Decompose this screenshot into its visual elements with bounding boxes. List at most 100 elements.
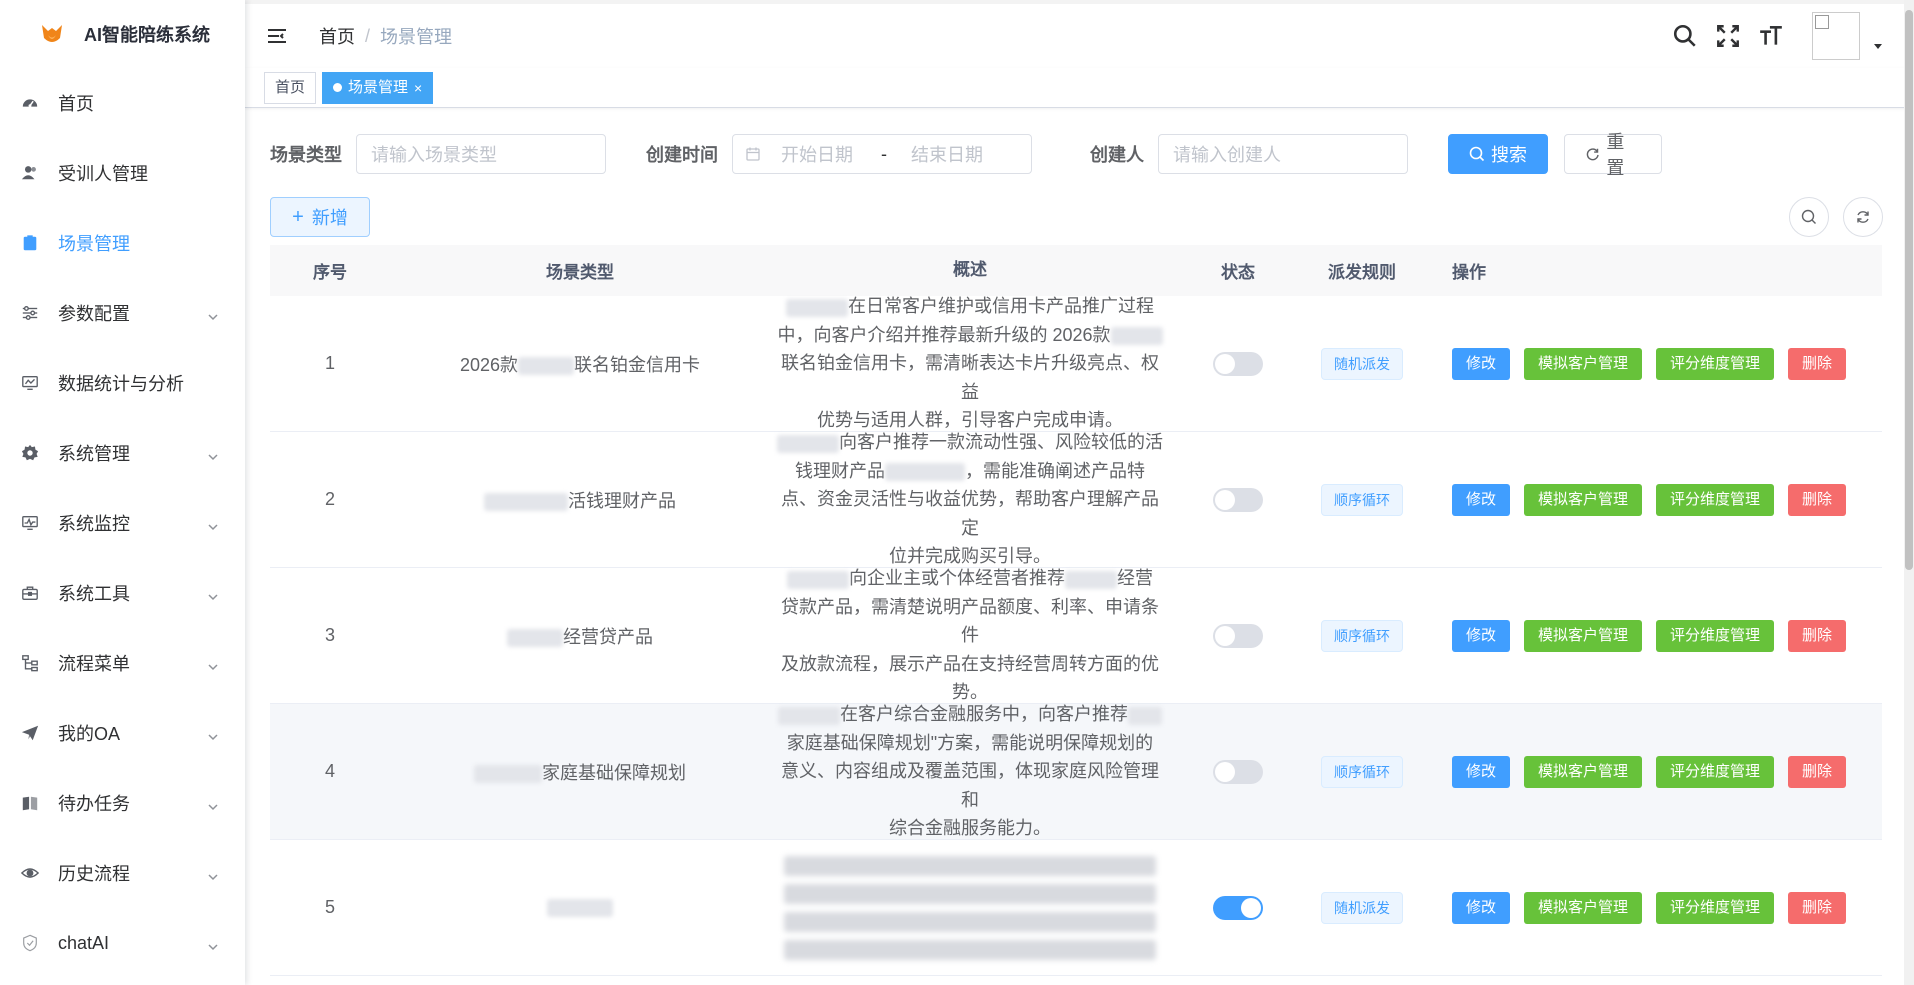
caret-down-icon[interactable] — [1872, 40, 1884, 52]
sidebar-item[interactable]: 参数配置 — [0, 278, 245, 348]
sidebar-item[interactable]: 首页 — [0, 68, 245, 138]
redacted-text — [885, 463, 965, 481]
redacted-text — [778, 706, 840, 725]
scene-type-suffix: 家庭基础保障规划 — [542, 762, 686, 783]
description-line: 点、资金灵活性与收益优势，帮助客户理解产品定 — [781, 489, 1159, 538]
scrollbar-thumb[interactable] — [1905, 10, 1913, 570]
scene-type-prefix: 2026款 — [459, 354, 519, 375]
manage-customers-button[interactable]: 模拟客户管理 — [1524, 891, 1643, 924]
edit-button[interactable]: 修改 — [1452, 891, 1511, 924]
page-scrollbar[interactable] — [1904, 0, 1914, 985]
user-icon — [20, 163, 40, 183]
sidebar-item-label: 场景管理 — [58, 234, 130, 254]
tag-current[interactable]: 场景管理 × — [322, 71, 434, 104]
fullscreen-icon[interactable] — [1715, 23, 1741, 49]
refresh-button[interactable] — [1843, 197, 1883, 237]
shield-icon — [20, 933, 40, 953]
book-icon — [20, 793, 40, 813]
sidebar-item[interactable]: 历史流程 — [0, 838, 245, 908]
status-switch[interactable] — [1213, 623, 1263, 648]
create-time-range[interactable]: 开始日期 - 结束日期 — [732, 134, 1032, 174]
cell-description: 在日常客户维护或信用卡产品推广过程 中，向客户介绍并推荐最新升级的 2026款 联名… — [770, 292, 1170, 435]
sidebar-item[interactable]: 系统工具 — [0, 558, 245, 628]
navbar: 首页 / 场景管理 — [245, 0, 1914, 68]
search-button[interactable]: 搜索 — [1448, 134, 1548, 174]
clipboard-icon — [20, 233, 40, 253]
gear-icon — [20, 443, 40, 463]
toggle-search-button[interactable] — [1789, 197, 1829, 237]
manage-dimensions-button[interactable]: 评分维度管理 — [1656, 483, 1775, 516]
search-icon[interactable] — [1672, 23, 1698, 49]
chevron-down-icon — [207, 937, 219, 951]
sidebar-item[interactable]: 系统管理 — [0, 418, 245, 488]
tags-view: 首页 场景管理 × — [245, 68, 1914, 108]
edit-button[interactable]: 修改 — [1452, 619, 1511, 652]
cell-rule: 顺序循环 — [1306, 755, 1418, 788]
manage-customers-button[interactable]: 模拟客户管理 — [1524, 619, 1643, 652]
delete-button[interactable]: 删除 — [1788, 483, 1847, 516]
manage-dimensions-button[interactable]: 评分维度管理 — [1656, 347, 1775, 380]
logo[interactable]: AI智能陪练系统 — [0, 0, 245, 68]
sidebar-item-label: 系统工具 — [58, 584, 130, 604]
active-dot-icon — [333, 83, 343, 92]
description-line: 向客户推荐一款流动性强、风险较低的活 — [839, 432, 1163, 453]
tag-home[interactable]: 首页 — [264, 71, 317, 104]
edit-button[interactable]: 修改 — [1452, 755, 1511, 788]
status-switch[interactable] — [1213, 487, 1263, 512]
status-switch[interactable] — [1213, 895, 1263, 920]
sidebar-item[interactable]: 场景管理 — [0, 208, 245, 278]
right-menu — [1655, 12, 1914, 60]
sidebar-item-label: chatAI — [58, 932, 110, 953]
sidebar-item[interactable]: 数据统计与分析 — [0, 348, 245, 418]
sidebar-item[interactable]: 我的OA — [0, 698, 245, 768]
table-row: 4 家庭基础保障规划 在客户综合金融服务中，向客户推荐 家庭基础保障规划"方案，需能说… — [270, 704, 1882, 840]
reset-button[interactable]: 重置 — [1564, 132, 1662, 178]
description-line: 家庭基础保障规划"方案，需能说明保障规划的 — [786, 732, 1154, 753]
sidebar-item[interactable]: 待办任务 — [0, 768, 245, 838]
dispatch-rule-tag: 随机派发 — [1321, 347, 1403, 380]
scene-type-input[interactable]: 请输入场景类型 — [356, 134, 606, 174]
redacted-text — [547, 899, 613, 918]
sidebar-item[interactable]: 系统监控 — [0, 488, 245, 558]
sidebar-item-label: 受训人管理 — [58, 164, 148, 184]
fox-logo-icon — [42, 25, 62, 42]
creator-input[interactable]: 请输入创建人 — [1158, 134, 1408, 174]
hamburger-icon[interactable] — [265, 24, 289, 48]
sidebar-item[interactable]: 受训人管理 — [0, 138, 245, 208]
avatar[interactable] — [1812, 12, 1860, 60]
font-size-icon[interactable] — [1758, 23, 1784, 49]
cell-description: 向企业主或个体经营者推荐 经营 贷款产品，需清楚说明产品额度、利率、申请条件 及放款流… — [770, 564, 1170, 707]
sidebar-item-label: 数据统计与分析 — [58, 374, 184, 394]
breadcrumb-home[interactable]: 首页 — [319, 23, 355, 49]
breadcrumb-current: 场景管理 — [380, 27, 453, 47]
tag-close-icon[interactable]: × — [414, 73, 422, 103]
sidebar-item[interactable]: 流程菜单 — [0, 628, 245, 698]
description-line: 势。 — [952, 682, 988, 703]
add-button[interactable]: + 新增 — [270, 197, 370, 237]
cell-index: 5 — [324, 897, 335, 917]
manage-dimensions-button[interactable]: 评分维度管理 — [1656, 619, 1775, 652]
header-rule: 派发规则 — [1328, 263, 1396, 282]
manage-customers-button[interactable]: 模拟客户管理 — [1524, 755, 1643, 788]
manage-customers-button[interactable]: 模拟客户管理 — [1524, 347, 1643, 380]
start-date-placeholder[interactable]: 开始日期 — [781, 141, 853, 167]
sidebar-item[interactable]: chatAI — [0, 908, 245, 978]
chevron-down-icon — [207, 447, 219, 461]
description-line: 经营 — [1117, 568, 1153, 589]
delete-button[interactable]: 删除 — [1788, 891, 1847, 924]
redacted-text — [1065, 570, 1117, 589]
delete-button[interactable]: 删除 — [1788, 347, 1847, 380]
manage-customers-button[interactable]: 模拟客户管理 — [1524, 483, 1643, 516]
end-date-placeholder[interactable]: 结束日期 — [911, 141, 983, 167]
edit-button[interactable]: 修改 — [1452, 347, 1511, 380]
cell-scene-type: 家庭基础保障规划 — [390, 759, 770, 785]
edit-button[interactable]: 修改 — [1452, 483, 1511, 516]
delete-button[interactable]: 删除 — [1788, 755, 1847, 788]
manage-dimensions-button[interactable]: 评分维度管理 — [1656, 755, 1775, 788]
status-switch[interactable] — [1213, 759, 1263, 784]
description-line: 及放款流程，展示产品在支持经营周转方面的优 — [781, 653, 1159, 674]
delete-button[interactable]: 删除 — [1788, 619, 1847, 652]
cell-ops: 修改 模拟客户管理 评分维度管理 删除 — [1418, 483, 1882, 516]
status-switch[interactable] — [1213, 351, 1263, 376]
manage-dimensions-button[interactable]: 评分维度管理 — [1656, 891, 1775, 924]
